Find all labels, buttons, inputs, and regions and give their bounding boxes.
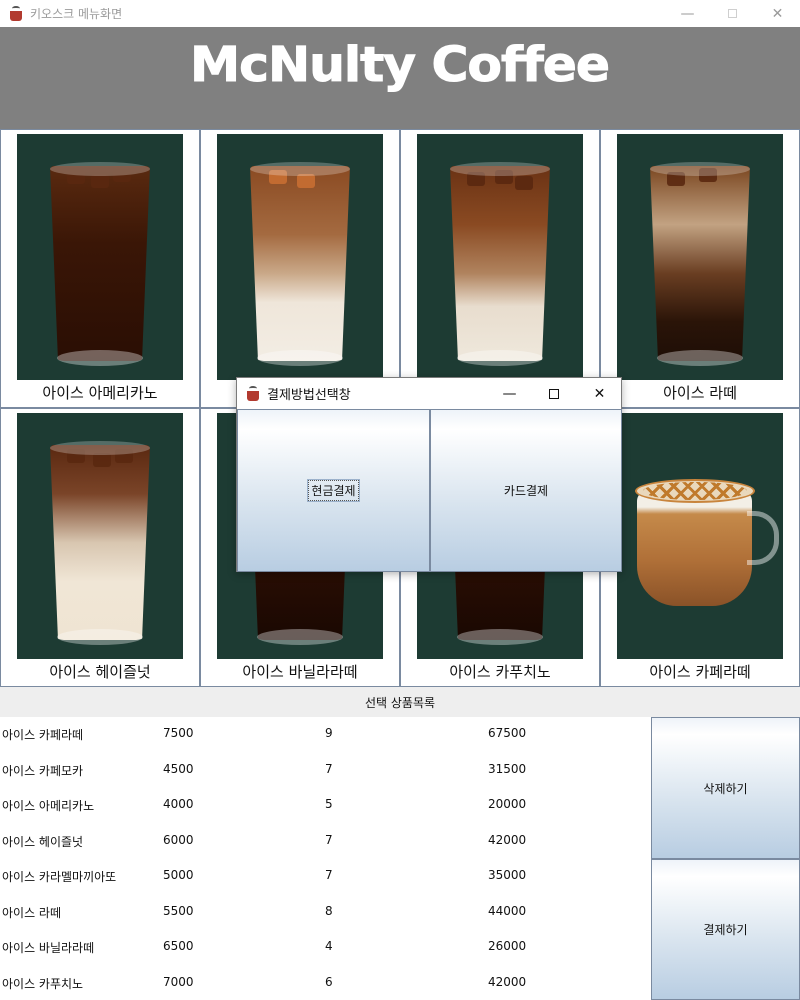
list-item[interactable]: 아이스 카페모카 4500 7 31500 — [0, 762, 651, 782]
item-name: 아이스 헤이즐넛 — [2, 835, 84, 849]
delete-button[interactable]: 삭제하기 — [651, 717, 800, 859]
menu-item-label: 아이스 헤이즐넛 — [49, 663, 151, 681]
item-total: 31500 — [488, 762, 527, 776]
item-name: 아이스 카라멜마끼아또 — [2, 870, 117, 884]
item-price: 7000 — [163, 975, 194, 989]
iced-latte-image — [617, 134, 783, 380]
item-qty: 4 — [325, 939, 333, 953]
item-total: 44000 — [488, 904, 527, 918]
store-title: McNulty Coffee — [190, 37, 611, 94]
iced-latte-image — [417, 134, 583, 380]
item-price: 6000 — [163, 833, 194, 847]
iced-hazelnut-image — [17, 413, 183, 659]
app-icon — [245, 385, 261, 402]
item-qty: 7 — [325, 868, 333, 882]
item-price: 5000 — [163, 868, 194, 882]
item-price: 6500 — [163, 939, 194, 953]
item-total: 42000 — [488, 833, 527, 847]
menu-item-label: 아이스 아메리카노 — [42, 384, 158, 402]
item-price: 7500 — [163, 726, 194, 740]
store-header: McNulty Coffee — [0, 27, 800, 129]
payment-method-dialog: 결제방법선택창 — ✕ 현금결제 카드결제 — [236, 377, 622, 572]
window-title: 키오스크 메뉴화면 — [30, 7, 123, 21]
list-item[interactable]: 아이스 라떼 5500 8 44000 — [0, 904, 651, 924]
delete-button-label: 삭제하기 — [703, 781, 748, 796]
dialog-minimize-button[interactable]: — — [487, 378, 532, 409]
item-name: 아이스 카페모카 — [2, 764, 84, 778]
menu-item-label: 아이스 카푸치노 — [449, 663, 551, 681]
item-qty: 7 — [325, 762, 333, 776]
list-item[interactable]: 아이스 헤이즐넛 6000 7 42000 — [0, 833, 651, 853]
item-price: 5500 — [163, 904, 194, 918]
item-qty: 9 — [325, 726, 333, 740]
checkout-button[interactable]: 결제하기 — [651, 859, 800, 1000]
item-name: 아이스 바닐라라떼 — [2, 941, 95, 955]
item-price: 4000 — [163, 797, 194, 811]
menu-item-iced-latte-2[interactable] — [200, 129, 400, 408]
item-qty: 6 — [325, 975, 333, 989]
dialog-close-button[interactable]: ✕ — [577, 378, 622, 409]
selected-items-list[interactable]: 아이스 카페라떼 7500 9 67500 아이스 카페모카 4500 7 31… — [0, 717, 651, 1000]
item-name: 아이스 카푸치노 — [2, 977, 84, 991]
card-payment-button[interactable]: 카드결제 — [430, 409, 622, 572]
maximize-icon — [728, 9, 737, 18]
iced-americano-image — [17, 134, 183, 380]
item-qty: 5 — [325, 797, 333, 811]
item-price: 4500 — [163, 762, 194, 776]
cash-payment-label: 현금결제 — [307, 479, 360, 502]
list-item[interactable]: 아이스 카페라떼 7500 9 67500 — [0, 726, 651, 746]
maximize-button[interactable] — [710, 0, 755, 27]
checkout-button-label: 결제하기 — [703, 923, 748, 937]
caramel-macchiato-image — [617, 413, 783, 659]
list-item[interactable]: 아이스 카푸치노 7000 6 42000 — [0, 975, 651, 995]
item-total: 42000 — [488, 975, 527, 989]
item-total: 20000 — [488, 797, 527, 811]
dialog-titlebar: 결제방법선택창 — ✕ — [237, 378, 621, 409]
menu-item-iced-latte[interactable]: 아이스 라떼 — [600, 129, 800, 408]
window-titlebar: 키오스크 메뉴화면 — ✕ — [0, 0, 800, 27]
close-button[interactable]: ✕ — [755, 0, 800, 27]
menu-item-iced-hazelnut[interactable]: 아이스 헤이즐넛 — [0, 408, 200, 687]
minimize-button[interactable]: — — [665, 0, 710, 27]
cash-payment-button[interactable]: 현금결제 — [237, 409, 430, 572]
menu-item-iced-cafe-latte[interactable]: 아이스 카페라떼 — [600, 408, 800, 687]
item-total: 35000 — [488, 868, 527, 882]
menu-item-label: 아이스 카페라떼 — [649, 663, 751, 681]
item-name: 아이스 라떼 — [2, 906, 62, 920]
list-item[interactable]: 아이스 아메리카노 4000 5 20000 — [0, 797, 651, 817]
selected-items-title: 선택 상품목록 — [364, 695, 436, 710]
menu-item-iced-americano[interactable]: 아이스 아메리카노 — [0, 129, 200, 408]
maximize-icon — [548, 388, 559, 399]
list-item[interactable]: 아이스 카라멜마끼아또 5000 7 35000 — [0, 868, 651, 888]
card-payment-label: 카드결제 — [503, 484, 549, 498]
item-name: 아이스 카페라떼 — [2, 728, 84, 742]
item-total: 67500 — [488, 726, 527, 740]
menu-item-iced-latte-3[interactable] — [400, 129, 600, 408]
iced-latte-image — [217, 134, 383, 380]
item-name: 아이스 아메리카노 — [2, 799, 95, 813]
list-item[interactable]: 아이스 바닐라라떼 6500 4 26000 — [0, 939, 651, 959]
app-icon — [8, 5, 24, 22]
selected-items-header: 선택 상품목록 — [0, 687, 800, 717]
item-qty: 7 — [325, 833, 333, 847]
item-qty: 8 — [325, 904, 333, 918]
dialog-maximize-button[interactable] — [531, 378, 576, 409]
menu-item-label: 아이스 바닐라라떼 — [242, 663, 358, 681]
dialog-title: 결제방법선택창 — [267, 388, 351, 403]
item-total: 26000 — [488, 939, 527, 953]
menu-item-label: 아이스 라떼 — [663, 384, 737, 402]
